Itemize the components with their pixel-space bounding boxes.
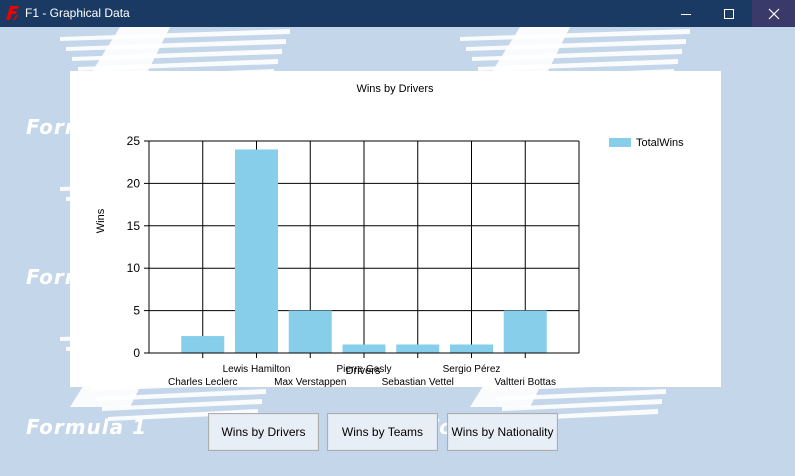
chart-title: Wins by Drivers [356, 83, 434, 95]
wins-by-teams-button[interactable]: Wins by Teams [327, 413, 438, 451]
y-tick-label: 0 [133, 346, 140, 360]
bar-sergio-p-rez [450, 344, 493, 353]
x-tick-label: Sebastian Vettel [382, 377, 454, 387]
window-title: F1 - Graphical Data [25, 6, 130, 20]
x-tick-label: Lewis Hamilton [223, 364, 291, 375]
wins-by-drivers-button[interactable]: Wins by Drivers [208, 413, 319, 451]
x-tick-label: Pierre Gasly [336, 364, 391, 375]
y-tick-label: 20 [127, 176, 141, 190]
maximize-button[interactable] [707, 0, 750, 27]
minimize-icon [680, 13, 691, 15]
bar-sebastian-vettel [396, 344, 440, 353]
y-tick-label: 25 [127, 134, 141, 148]
bar-charles-leclerc [181, 336, 225, 353]
x-tick-label: Valtteri Bottas [494, 377, 556, 387]
bar-chart: Wins by Drivers Wins Drivers TotalWins 0… [95, 83, 684, 387]
bar-lewis-hamilton [235, 149, 278, 353]
y-tick-label: 15 [127, 219, 141, 233]
close-icon [768, 8, 779, 19]
y-tick-label: 10 [127, 261, 141, 275]
y-tick-label: 5 [133, 304, 140, 318]
x-tick-label: Sergio Pérez [443, 364, 501, 375]
x-tick-label: Max Verstappen [274, 377, 346, 387]
wins-by-nationality-button[interactable]: Wins by Nationality [447, 413, 558, 451]
bar-valtteri-bottas [503, 310, 547, 353]
formula1-watermark-text: Formula 1 [26, 415, 148, 439]
legend-swatch [609, 138, 631, 147]
x-tick-label: Charles Leclerc [168, 377, 237, 387]
chart-panel: Wins by Drivers Wins Drivers TotalWins 0… [70, 71, 721, 387]
bar-pierre-gasly [342, 344, 386, 353]
app-logo-icon [6, 6, 19, 20]
legend-label: TotalWins [636, 137, 684, 149]
close-button[interactable] [752, 0, 795, 27]
y-axis-label: Wins [95, 208, 107, 233]
title-bar: F1 - Graphical Data [0, 0, 795, 27]
maximize-icon [723, 8, 734, 19]
bar-max-verstappen [288, 310, 332, 353]
form-client-area: Formula 1Formula 1Formula 1Formula 1Form… [0, 27, 795, 476]
minimize-button[interactable] [664, 0, 707, 27]
